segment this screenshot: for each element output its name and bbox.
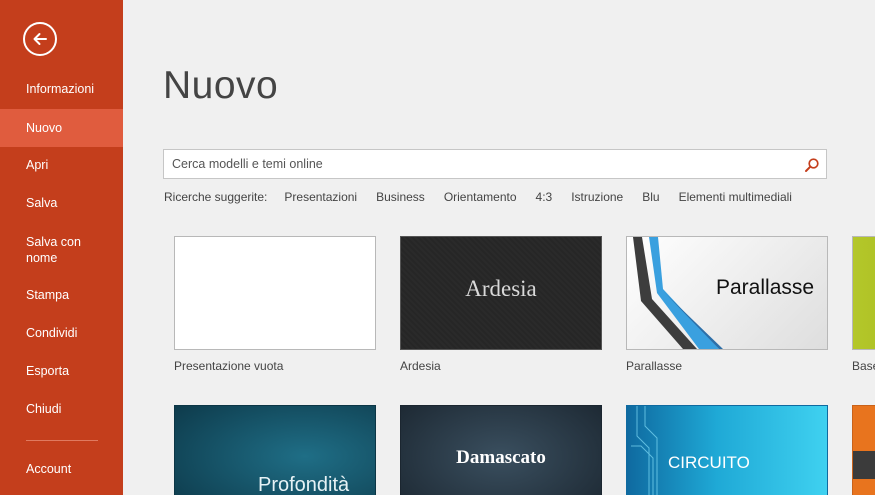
template-thumbnail-title: Damascato (456, 447, 546, 468)
template-label: Base (852, 359, 875, 373)
template-thumbnail: Parallasse (626, 236, 828, 350)
circuit-lines-graphic (631, 406, 658, 495)
back-button[interactable] (23, 22, 57, 56)
template-thumbnail-title: Profondità (258, 474, 350, 495)
template-tile-ardesia[interactable]: Ardesia Ardesia (400, 236, 602, 376)
nav-item-nuovo[interactable]: Nuovo (0, 109, 123, 147)
template-tile-partial[interactable] (852, 405, 875, 495)
template-label: Presentazione vuota (174, 359, 284, 373)
nav-item-salva-con-nome[interactable]: Salva con nome (0, 234, 110, 268)
suggested-searches-label: Ricerche suggerite: (164, 190, 268, 204)
page-title: Nuovo (163, 64, 279, 107)
template-tile-parallasse[interactable]: Parallasse Parallasse (626, 236, 828, 376)
template-tile-base[interactable]: Base (852, 236, 875, 376)
template-label: Parallasse (626, 359, 683, 373)
nav-item-apri[interactable]: Apri (0, 157, 123, 177)
template-thumbnail (174, 236, 376, 350)
suggested-link-blu[interactable]: Blu (642, 190, 659, 204)
nav-item-chiudi[interactable]: Chiudi (0, 401, 123, 421)
template-label: Ardesia (400, 359, 441, 373)
nav-divider (26, 440, 98, 441)
nav-item-esporta[interactable]: Esporta (0, 363, 123, 383)
backstage-sidebar: Informazioni Nuovo Apri Salva Salva con … (0, 0, 123, 495)
suggested-searches: Ricerche suggerite: Presentazioni Busine… (164, 189, 811, 205)
template-tile-circuito[interactable]: CIRCUITO (626, 405, 828, 495)
search-icon[interactable] (804, 157, 820, 173)
template-thumbnail-title: CIRCUITO (668, 453, 750, 472)
template-thumbnail (852, 236, 875, 350)
suggested-link-business[interactable]: Business (376, 190, 425, 204)
template-thumbnail: CIRCUITO (626, 405, 828, 495)
search-box (163, 149, 827, 179)
search-input[interactable] (164, 150, 784, 178)
template-thumbnail-title: Parallasse (716, 276, 815, 299)
template-thumbnail (852, 405, 875, 495)
template-tile-presentazione-vuota[interactable]: Presentazione vuota (174, 236, 376, 376)
template-thumbnail: Ardesia (400, 236, 602, 350)
back-arrow-icon (33, 33, 47, 45)
template-thumbnail-title: Ardesia (465, 276, 537, 301)
template-thumbnail: Damascato (400, 405, 602, 495)
nav-item-informazioni[interactable]: Informazioni (0, 81, 123, 101)
template-tile-profondita[interactable]: Profondità (174, 405, 376, 495)
suggested-link-orientamento[interactable]: Orientamento (444, 190, 517, 204)
template-tile-damascato[interactable]: Damascato (400, 405, 602, 495)
suggested-link-elementi-multimediali[interactable]: Elementi multimediali (679, 190, 792, 204)
template-thumbnail: Profondità (174, 405, 376, 495)
nav-item-condividi[interactable]: Condividi (0, 325, 123, 345)
nav-item-salva[interactable]: Salva (0, 195, 123, 215)
suggested-link-presentazioni[interactable]: Presentazioni (284, 190, 357, 204)
nav-item-stampa[interactable]: Stampa (0, 287, 123, 307)
nav-item-account[interactable]: Account (0, 461, 123, 481)
suggested-link-istruzione[interactable]: Istruzione (571, 190, 623, 204)
suggested-link-4-3[interactable]: 4:3 (536, 190, 553, 204)
